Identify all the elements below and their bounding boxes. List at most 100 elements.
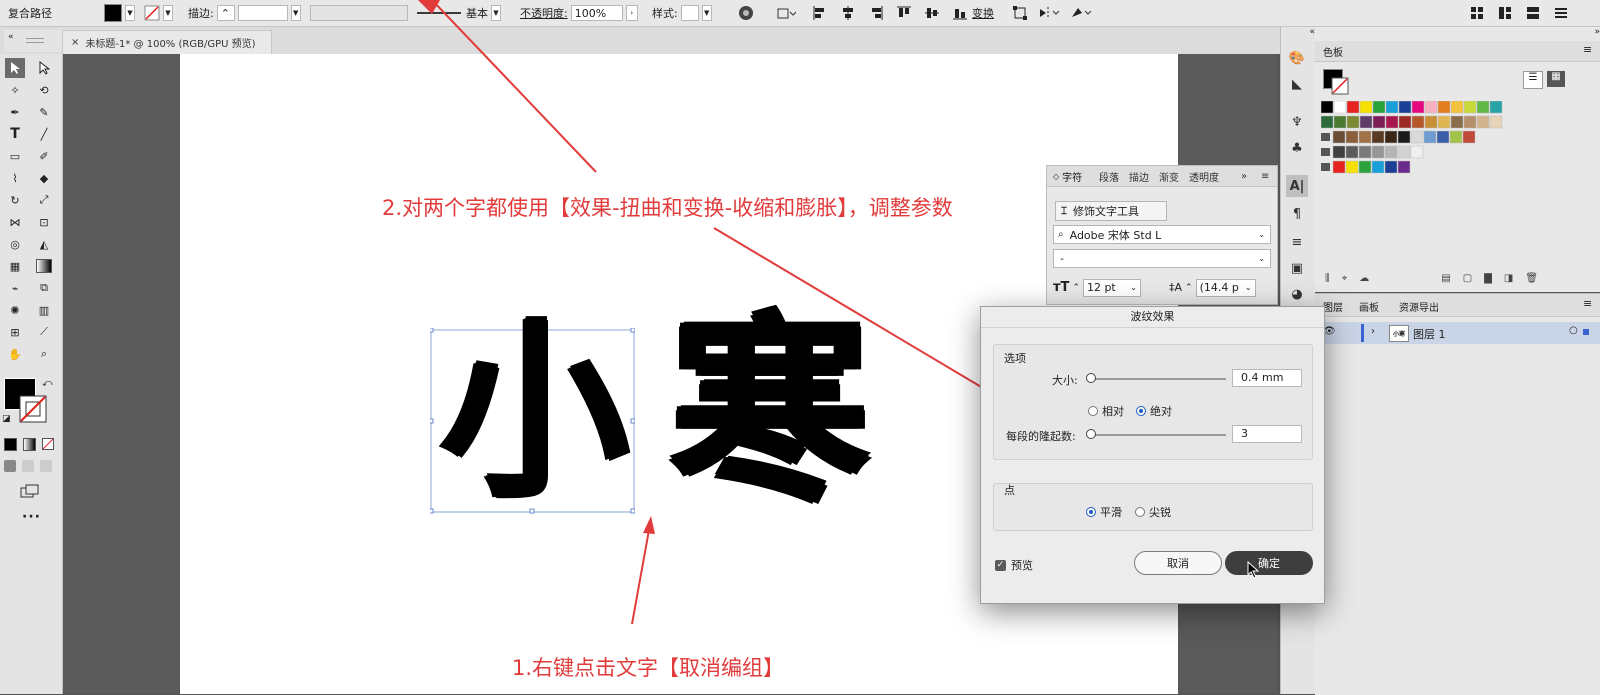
swatch[interactable] xyxy=(1463,115,1477,129)
swatch[interactable] xyxy=(1372,100,1386,114)
chevron-right-icon[interactable]: › xyxy=(1371,326,1375,337)
swatch[interactable] xyxy=(1489,115,1503,129)
stroke-icon[interactable]: ≡ xyxy=(1286,231,1308,253)
swatch[interactable] xyxy=(1359,115,1373,129)
swatch[interactable] xyxy=(1476,100,1490,114)
swatch[interactable] xyxy=(1450,115,1464,129)
swatch[interactable] xyxy=(1385,100,1399,114)
collapse-icon[interactable]: » xyxy=(1315,27,1600,41)
tab-stroke[interactable]: 描边 xyxy=(1129,166,1149,186)
layer-name[interactable]: 图层 1 xyxy=(1413,326,1446,342)
swatch[interactable] xyxy=(1332,160,1346,174)
swatch[interactable] xyxy=(1371,145,1385,159)
preview-checkbox[interactable]: ✓ 预览 xyxy=(995,557,1033,573)
swatch[interactable] xyxy=(1372,115,1386,129)
gradient-icon[interactable]: ▣ xyxy=(1286,257,1308,279)
color-icon[interactable]: ◣ xyxy=(1286,73,1308,95)
swatch[interactable] xyxy=(1410,130,1424,144)
swatch[interactable] xyxy=(1449,130,1463,144)
color-guide-icon[interactable]: 🎨 xyxy=(1286,47,1308,69)
swatch[interactable] xyxy=(1345,145,1359,159)
swatch[interactable] xyxy=(1437,115,1451,129)
swatch-libraries-icon[interactable]: ⫼ xyxy=(1325,273,1330,284)
relative-radio-icon[interactable] xyxy=(1088,406,1098,416)
ok-button[interactable]: 确定 xyxy=(1225,551,1313,575)
relative-radio[interactable]: 相对 xyxy=(1088,403,1124,419)
smooth-radio-icon[interactable] xyxy=(1086,507,1096,517)
size-slider-track[interactable] xyxy=(1090,378,1226,380)
swatch[interactable] xyxy=(1423,130,1437,144)
touch-type-button[interactable]: ⌶ 修饰文字工具 xyxy=(1055,201,1167,221)
collapse-icon[interactable]: « xyxy=(1281,27,1315,41)
ridges-slider-knob[interactable] xyxy=(1086,429,1096,439)
place-swatch-icon[interactable]: ⌖ xyxy=(1342,273,1348,284)
swatch[interactable] xyxy=(1398,115,1412,129)
swatch[interactable] xyxy=(1346,115,1360,129)
layer-row[interactable]: 👁 › 小寒 图层 1 ○ xyxy=(1315,322,1600,344)
swatch-folder-icon[interactable] xyxy=(1321,163,1330,171)
swatch[interactable] xyxy=(1398,100,1412,114)
swatch[interactable] xyxy=(1437,100,1451,114)
swatch[interactable] xyxy=(1397,160,1411,174)
tab-layers[interactable]: 图层 xyxy=(1323,299,1343,314)
swatch-folder-icon[interactable] xyxy=(1321,148,1330,156)
swatch[interactable] xyxy=(1384,130,1398,144)
swatch[interactable] xyxy=(1332,130,1346,144)
delete-icon[interactable]: 🗑 xyxy=(1525,273,1538,284)
expand-icon[interactable]: » xyxy=(1241,166,1247,186)
swatch[interactable] xyxy=(1410,145,1424,159)
swatch[interactable] xyxy=(1385,115,1399,129)
swatch[interactable] xyxy=(1333,100,1347,114)
tab-transparency-label[interactable]: 透明度 xyxy=(1189,169,1219,184)
color-group-icon[interactable]: ▢ xyxy=(1463,273,1472,284)
ridges-input[interactable]: 3 xyxy=(1232,425,1302,443)
swatch[interactable] xyxy=(1332,145,1346,159)
swatch-stroke-icon[interactable] xyxy=(1331,77,1349,95)
swatch[interactable] xyxy=(1358,160,1372,174)
cancel-button[interactable]: 取消 xyxy=(1134,551,1222,575)
tab-character[interactable]: ◇ 字符 xyxy=(1053,166,1082,186)
swatches-title[interactable]: 色板 xyxy=(1323,44,1343,59)
swatch[interactable] xyxy=(1450,100,1464,114)
swatch-options-icon[interactable]: ▤ xyxy=(1441,273,1450,284)
panel-menu-icon[interactable]: ≡ xyxy=(1583,297,1592,310)
swatch[interactable] xyxy=(1384,160,1398,174)
swatch[interactable] xyxy=(1397,130,1411,144)
swatch[interactable] xyxy=(1463,100,1477,114)
tab-gradient-label[interactable]: 渐变 xyxy=(1159,169,1179,184)
swatch[interactable] xyxy=(1411,100,1425,114)
swatch[interactable] xyxy=(1359,100,1373,114)
swatch[interactable] xyxy=(1320,100,1334,114)
swatch[interactable] xyxy=(1436,130,1450,144)
swatch[interactable] xyxy=(1397,145,1411,159)
transparency-icon[interactable]: ◕ xyxy=(1286,283,1308,305)
tab-transparency[interactable]: 透明度 xyxy=(1189,166,1219,186)
stepper-icon[interactable]: ⌃ xyxy=(1072,283,1080,293)
paragraph-icon[interactable]: ¶ xyxy=(1286,203,1308,225)
swatch[interactable] xyxy=(1345,160,1359,174)
target-icon[interactable]: ○ xyxy=(1569,325,1578,336)
tab-artboards[interactable]: 画板 xyxy=(1359,299,1379,314)
stepper-icon[interactable]: ⌃ xyxy=(1185,283,1193,293)
swatch[interactable] xyxy=(1358,145,1372,159)
swatch[interactable] xyxy=(1411,115,1425,129)
swatch[interactable] xyxy=(1371,130,1385,144)
leading-input[interactable]: (14.4 p ⌄ xyxy=(1195,278,1256,297)
swatch[interactable] xyxy=(1489,100,1503,114)
brushes-icon[interactable]: ♆ xyxy=(1286,111,1308,133)
tab-paragraph-label[interactable]: 段落 xyxy=(1099,169,1119,184)
swatch[interactable] xyxy=(1320,115,1334,129)
panel-menu-icon[interactable]: ≡ xyxy=(1583,43,1592,56)
new-folder-icon[interactable]: ▇ xyxy=(1484,273,1492,284)
tab-paragraph[interactable]: 段落 xyxy=(1099,166,1119,186)
absolute-radio-icon[interactable] xyxy=(1136,406,1146,416)
swatch[interactable] xyxy=(1358,130,1372,144)
swatch[interactable] xyxy=(1333,115,1347,129)
swatch[interactable] xyxy=(1424,115,1438,129)
swatch[interactable] xyxy=(1345,130,1359,144)
size-slider-knob[interactable] xyxy=(1086,373,1096,383)
new-swatch-icon[interactable]: ◨ xyxy=(1504,273,1513,284)
swatch[interactable] xyxy=(1462,130,1476,144)
smooth-radio[interactable]: 平滑 xyxy=(1086,504,1122,520)
absolute-radio[interactable]: 绝对 xyxy=(1136,403,1172,419)
